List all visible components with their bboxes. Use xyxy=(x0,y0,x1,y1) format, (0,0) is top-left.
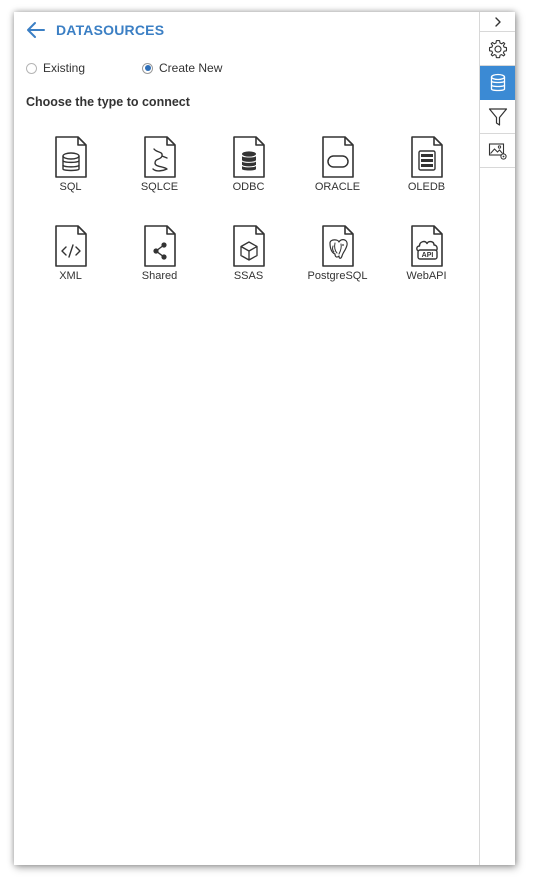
radio-selected-dot xyxy=(144,65,151,71)
rail-filter-button[interactable] xyxy=(480,100,515,134)
arrow-left-icon[interactable] xyxy=(26,20,46,40)
datasource-tile-shared[interactable]: Shared xyxy=(115,225,204,314)
datasource-tile-xml[interactable]: XML xyxy=(26,225,115,314)
collapse-rail-button[interactable] xyxy=(480,12,515,32)
chevron-right-icon xyxy=(494,16,501,27)
share-icon xyxy=(143,225,176,267)
radio-create-new-circle[interactable] xyxy=(142,62,153,74)
datasource-label: XML xyxy=(59,270,82,282)
rail-datasource-button[interactable] xyxy=(480,66,515,100)
datasource-label: OLEDB xyxy=(407,181,446,193)
main-content: DATASOURCES Existing Create New Choose t… xyxy=(14,12,479,865)
radio-existing-label: Existing xyxy=(43,61,86,75)
rail-image-settings-button[interactable] xyxy=(480,134,515,168)
odbc-database-icon xyxy=(232,136,265,178)
datasource-label: ODBC xyxy=(232,181,265,193)
datasource-type-grid: SQL SQLCE ODBC ORACLE OLEDB XML Shared S… xyxy=(26,136,471,314)
database-icon xyxy=(490,73,505,91)
datasource-label: SQL xyxy=(59,181,82,193)
radio-create-new[interactable]: Create New xyxy=(142,61,222,75)
svg-text:API: API xyxy=(421,252,433,259)
section-subtitle: Choose the type to connect xyxy=(26,95,190,109)
panel-header: DATASOURCES xyxy=(26,20,164,40)
filter-icon xyxy=(488,107,507,126)
datasource-tile-ssas[interactable]: SSAS xyxy=(204,225,293,314)
datasource-label: WebAPI xyxy=(406,270,447,282)
datasource-tile-odbc[interactable]: ODBC xyxy=(204,136,293,225)
postgresql-elephant-icon xyxy=(321,225,354,267)
datasource-label: ORACLE xyxy=(314,181,361,193)
radio-existing-circle[interactable] xyxy=(26,62,37,74)
radio-existing[interactable]: Existing xyxy=(26,61,85,75)
oracle-icon xyxy=(321,136,354,178)
datasource-tile-oracle[interactable]: ORACLE xyxy=(293,136,382,225)
gear-icon xyxy=(488,39,507,58)
sql-database-icon xyxy=(54,136,87,178)
datasource-label: Shared xyxy=(141,270,178,282)
sqlce-icon xyxy=(143,136,176,178)
page-title: DATASOURCES xyxy=(56,22,165,38)
datasource-label: SQLCE xyxy=(140,181,179,193)
api-cloud-icon: API xyxy=(410,225,443,267)
datasource-label: SSAS xyxy=(233,270,264,282)
rail-settings-button[interactable] xyxy=(480,32,515,66)
datasource-tile-webapi[interactable]: API WebAPI xyxy=(382,225,471,314)
datasource-panel: DATASOURCES Existing Create New Choose t… xyxy=(14,12,515,865)
datasource-tile-postgresql[interactable]: PostgreSQL xyxy=(293,225,382,314)
datasource-label: PostgreSQL xyxy=(307,270,368,282)
datasource-tile-oledb[interactable]: OLEDB xyxy=(382,136,471,225)
image-settings-icon xyxy=(488,142,507,160)
cube-icon xyxy=(232,225,265,267)
radio-create-new-label: Create New xyxy=(159,61,223,75)
datasource-tile-sqlce[interactable]: SQLCE xyxy=(115,136,204,225)
datasource-tile-sql[interactable]: SQL xyxy=(26,136,115,225)
right-icon-rail xyxy=(479,12,515,865)
xml-code-icon xyxy=(54,225,87,267)
oledb-icon xyxy=(410,136,443,178)
